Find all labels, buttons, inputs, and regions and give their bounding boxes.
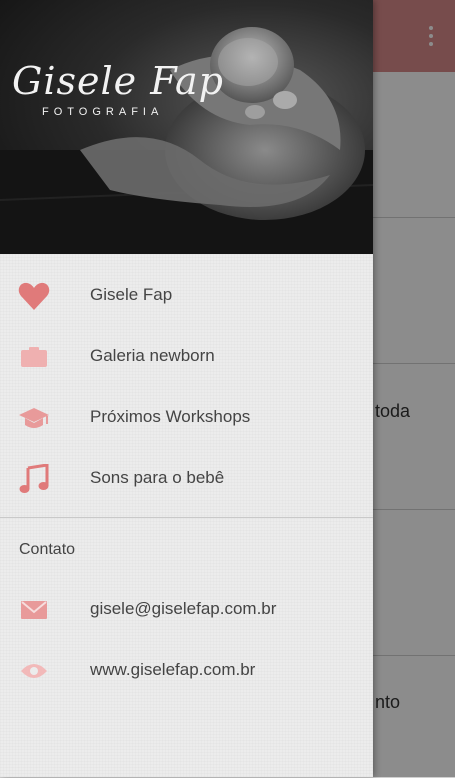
drawer-item-label: Sons para o bebê [90,468,225,487]
newborn-photo [0,27,373,254]
brand-subtitle: FOTOGRAFIA [42,106,164,118]
drawer-item-label: gisele@giselefap.com.br [90,599,277,618]
graduation-cap-icon [18,402,50,434]
drawer-item-email[interactable]: gisele@giselefap.com.br [0,580,373,640]
drawer-header-photo: Gisele Fap FOTOGRAFIA [0,0,373,254]
mail-icon [18,594,50,626]
brand-name: Gisele Fap [12,59,224,103]
drawer-item-label: Gisele Fap [90,285,173,304]
drawer-item-proximos-workshops[interactable]: Próximos Workshops [0,388,373,448]
drawer-item-website[interactable]: www.giselefap.com.br [0,641,373,701]
drawer-item-label: Próximos Workshops [90,407,251,426]
eye-icon [18,655,50,687]
drawer-item-gisele-fap[interactable]: Gisele Fap [0,266,373,326]
drawer-item-sons-para-o-bebe[interactable]: Sons para o bebê [0,449,373,509]
drawer-item-label: www.giselefap.com.br [90,660,256,679]
drawer-item-label: Galeria newborn [90,346,215,365]
brand-logo: Gisele Fap FOTOGRAFIA [12,62,224,118]
contact-section-title: Contato [19,541,76,558]
drawer-item-galeria-newborn[interactable]: Galeria newborn [0,327,373,387]
camera-icon [18,341,50,373]
drawer-divider [0,517,373,518]
heart-icon [18,280,50,312]
navigation-drawer: Gisele Fap FOTOGRAFIA Gisele Fap Galeria… [0,0,373,777]
music-note-icon [18,463,50,495]
